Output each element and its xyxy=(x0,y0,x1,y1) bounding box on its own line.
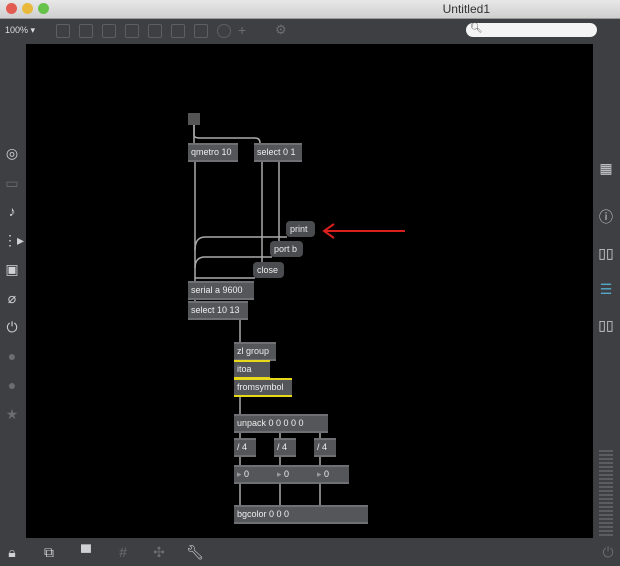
fromsymbol-object[interactable]: fromsymbol xyxy=(234,378,292,397)
windows-icon[interactable]: ⧉ xyxy=(40,544,58,561)
presentation-icon[interactable]: ▀ xyxy=(77,544,95,560)
close-message[interactable]: close xyxy=(253,262,284,278)
number-box[interactable]: 0 xyxy=(324,467,329,482)
number-arrow-icon: ▸ xyxy=(277,469,282,479)
toggle[interactable] xyxy=(188,113,200,125)
number-arrow-icon: ▸ xyxy=(317,469,322,479)
snap-icon[interactable]: ✣ xyxy=(150,544,168,561)
print-message[interactable]: print xyxy=(286,221,315,237)
qmetro-object[interactable]: qmetro 10 xyxy=(188,143,238,162)
divide-object[interactable]: / 4 xyxy=(274,438,296,457)
bgcolor-object[interactable]: bgcolor 0 0 0 xyxy=(234,505,368,524)
select-10-13-object[interactable]: select 10 13 xyxy=(188,301,248,320)
wrench-icon[interactable]: 🔧︎ xyxy=(186,544,204,561)
serial-object[interactable]: serial a 9600 xyxy=(188,281,254,300)
number-boxes: ▸ 0 ▸ 0 ▸ 0 xyxy=(234,465,349,484)
select-0-1-object[interactable]: select 0 1 xyxy=(254,143,302,162)
patch-cord xyxy=(193,125,261,144)
divide-object[interactable]: / 4 xyxy=(234,438,256,457)
lock-icon[interactable]: 🔒︎ xyxy=(3,544,21,561)
port-b-message[interactable]: port b xyxy=(270,241,303,257)
number-arrow-icon: ▸ xyxy=(237,469,242,479)
zl-group-object[interactable]: zl group xyxy=(234,342,276,361)
grid-icon[interactable]: # xyxy=(114,544,132,560)
red-arrow-annotation xyxy=(322,223,405,239)
divide-object[interactable]: / 4 xyxy=(314,438,336,457)
number-box[interactable]: 0 xyxy=(244,467,249,482)
number-box[interactable]: 0 xyxy=(284,467,289,482)
power-icon[interactable]: ⏻ xyxy=(599,544,617,561)
itoa-object[interactable]: itoa xyxy=(234,360,270,379)
unpack-object[interactable]: unpack 0 0 0 0 0 xyxy=(234,414,328,433)
